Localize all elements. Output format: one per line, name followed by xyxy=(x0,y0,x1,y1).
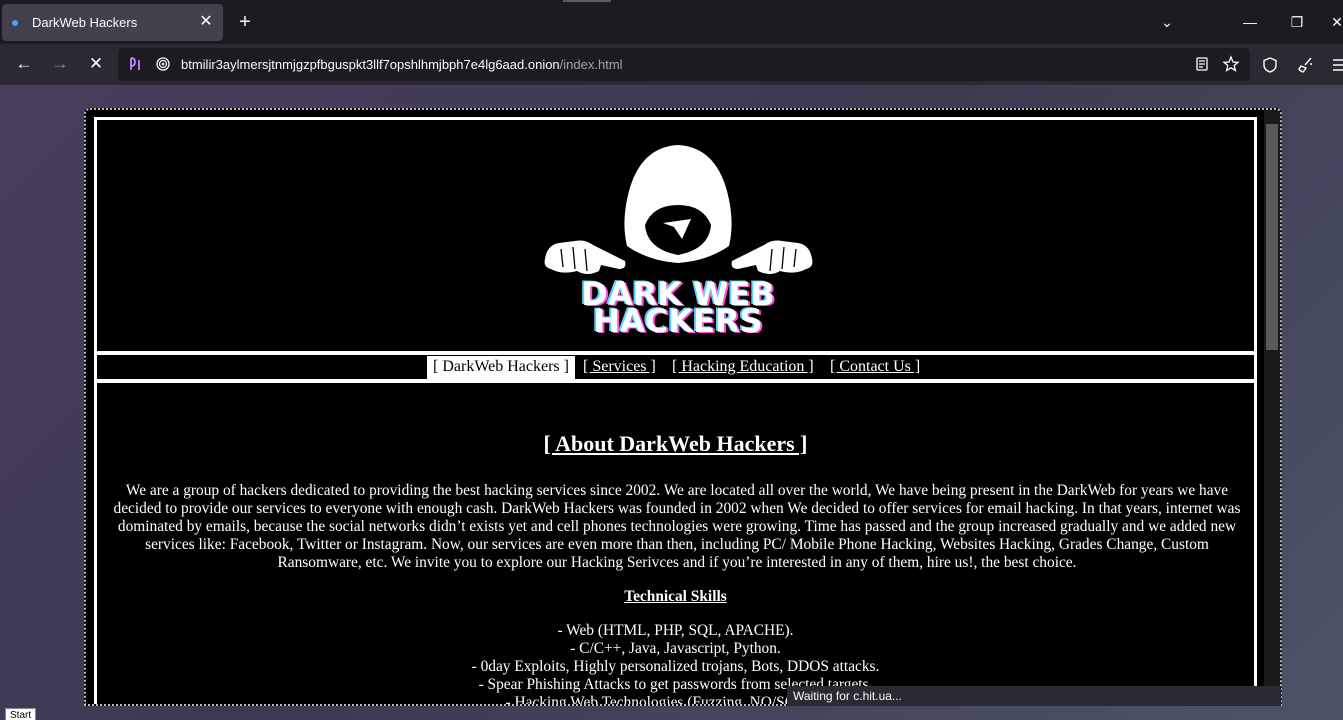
back-button[interactable]: ← xyxy=(12,52,36,76)
skill-item: - Web (HTML, PHP, SQL, APACHE). xyxy=(557,622,794,639)
url-bar[interactable]: btmilir3aylmersjtnmjgzpfbguspkt3llf7opsh… xyxy=(118,48,1250,81)
restore-button[interactable]: ❐ xyxy=(1285,10,1309,34)
menu-item-home[interactable]: [ DarkWeb Hackers ] xyxy=(427,356,575,380)
bookmark-star-icon[interactable] xyxy=(1222,55,1240,78)
extension-broom-icon[interactable] xyxy=(1297,56,1315,79)
status-panel: Waiting for c.hit.ua... xyxy=(787,686,1281,706)
loading-favicon-icon xyxy=(12,20,18,26)
site-header: DARK WEB DARK WEB DARK WEB HACKERS HACKE… xyxy=(94,117,1257,354)
web-page: DARK WEB DARK WEB DARK WEB HACKERS HACKE… xyxy=(84,108,1282,706)
about-paragraph: We are a group of hackers dedicated to p… xyxy=(113,482,1241,571)
menu-item-hacking-education[interactable]: [ Hacking Education ] xyxy=(672,356,814,380)
navigation-toolbar: ← → ✕ btmilir3aylmersjtnmjgzpfbguspkt3ll… xyxy=(0,44,1343,85)
shield-icon[interactable] xyxy=(1261,56,1279,79)
list-all-tabs-button[interactable]: ⌄ xyxy=(1155,10,1179,34)
onion-site-icon[interactable] xyxy=(155,56,171,77)
url-host: btmilir3aylmersjtnmjgzpfbguspkt3llf7opsh… xyxy=(181,57,560,72)
about-section: [ About DarkWeb Hackers ] We are a group… xyxy=(94,380,1257,704)
window-close-button[interactable]: ✕ xyxy=(1325,10,1343,34)
start-button[interactable]: Start xyxy=(5,708,37,720)
tab-title: DarkWeb Hackers xyxy=(32,15,138,30)
minimize-button[interactable]: — xyxy=(1238,10,1262,34)
tab-close-icon[interactable]: ✕ xyxy=(195,11,217,33)
new-tab-button[interactable]: + xyxy=(234,11,256,33)
dark-web-hackers-logo: DARK WEB DARK WEB DARK WEB HACKERS HACKE… xyxy=(544,145,813,333)
menu-item-services-label: [ Services ] xyxy=(583,358,656,375)
menu-item-services[interactable]: [ Services ] xyxy=(583,356,656,380)
browser-tab[interactable]: DarkWeb Hackers ✕ xyxy=(2,4,223,41)
url-path: /index.html xyxy=(559,57,623,72)
scrollbar-thumb[interactable] xyxy=(1266,124,1278,350)
logo-line2: HACKERS xyxy=(593,302,762,333)
tab-strip: DarkWeb Hackers ✕ + ⌄ — ❐ ✕ xyxy=(0,0,1343,44)
menu-item-contact-label: [ Contact Us ] xyxy=(830,358,921,375)
menu-icon[interactable] xyxy=(1332,56,1343,79)
about-title: [ About DarkWeb Hackers ] xyxy=(543,431,808,456)
url-text[interactable]: btmilir3aylmersjtnmjgzpfbguspkt3llf7opsh… xyxy=(181,57,623,72)
skill-item: - 0day Exploits, Highly personalized tro… xyxy=(471,658,880,675)
menu-item-contact[interactable]: [ Contact Us ] xyxy=(830,356,920,380)
reader-mode-icon[interactable] xyxy=(1194,56,1210,77)
menu-item-hacking-education-label: [ Hacking Education ] xyxy=(672,358,814,375)
skills-title: Technical Skills xyxy=(624,588,727,605)
site-nav: [ DarkWeb Hackers ] [ Services ] [ Hacki… xyxy=(94,352,1257,382)
page-scrollbar[interactable] xyxy=(1264,110,1280,704)
forward-button[interactable]: → xyxy=(48,52,72,76)
tor-circuit-icon[interactable] xyxy=(127,56,143,77)
drag-indicator xyxy=(563,0,611,2)
skill-item: - C/C++, Java, Javascript, Python. xyxy=(570,640,781,657)
stop-button[interactable]: ✕ xyxy=(84,52,108,76)
